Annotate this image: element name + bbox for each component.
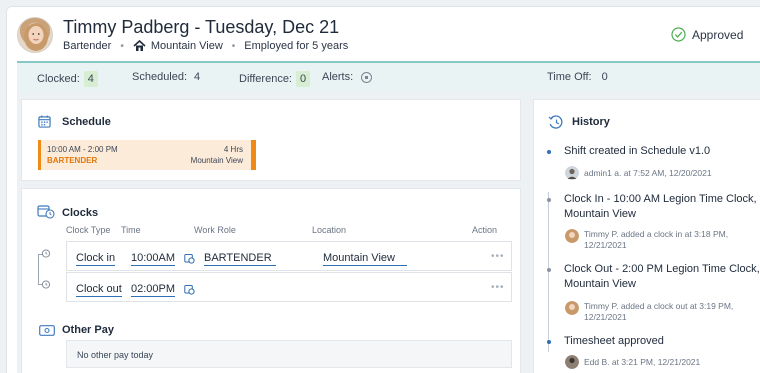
alarm-clock-icon (41, 249, 51, 258)
scheduled-summary: Scheduled: 4 (132, 71, 200, 83)
summary-bar: Clocked: 4 Scheduled: 4 Difference: 0 Al… (17, 61, 760, 93)
scheduled-value: 4 (194, 71, 201, 83)
timeline-line (548, 192, 549, 352)
separator-dot: • (231, 40, 236, 52)
clocked-label: Clocked: (37, 73, 80, 85)
employee-header: Timmy Padberg - Tuesday, Dec 21 Bartende… (7, 7, 760, 61)
employee-subline: Bartender • Mountain View • Employed for… (63, 40, 348, 52)
timeline-dot (547, 268, 551, 272)
timeline-dot (547, 198, 551, 202)
edit-time-icon[interactable] (184, 284, 195, 295)
separator-dot: • (120, 40, 124, 52)
history-meta: Edd B. at 3:21 PM, 12/21/2021 (584, 357, 701, 367)
alerts-label: Alerts: (322, 71, 354, 83)
history-entry-bold: Clock Out - 2:00 PM (564, 263, 664, 275)
approval-status: Approved (671, 27, 743, 42)
location-select[interactable]: Mountain View (323, 252, 407, 266)
history-title: History (572, 116, 610, 128)
home-icon (133, 40, 146, 51)
col-time: Time (121, 225, 141, 235)
clocked-badge: 4 (83, 71, 98, 87)
col-clock-type: Clock Type (66, 225, 111, 235)
work-role-select[interactable]: BARTENDER (204, 252, 276, 266)
difference-badge: 0 (296, 71, 311, 87)
timeoff-value: 0 (601, 71, 608, 83)
history-entry: Timesheet approved (564, 335, 664, 347)
timesheet-panel: Timmy Padberg - Tuesday, Dec 21 Bartende… (6, 6, 760, 373)
calendar-icon (38, 115, 51, 128)
other-pay-empty: No other pay today (77, 350, 154, 360)
employee-role: Bartender (63, 40, 112, 52)
shift-block[interactable]: 10:00 AM - 2:00 PM 4 Hrs BARTENDER Mount… (38, 140, 256, 170)
money-icon (39, 325, 55, 336)
alarm-clock-icon (41, 280, 51, 289)
more-actions-button[interactable]: ••• (491, 282, 505, 293)
scheduled-label: Scheduled: (132, 71, 188, 83)
history-entry-bold: Clock In - 10:00 AM (564, 193, 660, 205)
user-avatar (565, 166, 579, 180)
status-label: Approved (692, 27, 744, 42)
clocked-summary: Clocked: 4 (37, 71, 98, 87)
content-area: Schedule 10:00 AM - 2:00 PM 4 Hrs BARTEN… (17, 93, 760, 373)
difference-summary: Difference: 0 (239, 71, 311, 87)
alert-icon[interactable] (361, 71, 373, 83)
check-circle-icon (671, 27, 686, 42)
history-meta: admin1 a. at 7:52 AM, 12/20/2021 (584, 168, 712, 178)
timeline-dot (547, 340, 551, 344)
shift-hours: 4 Hrs (223, 145, 243, 154)
shift-location: Mountain View (190, 156, 243, 165)
clock-time-field[interactable]: 10:00AM (131, 252, 176, 266)
history-card: History Shift created in Schedule v1.0 a… (533, 99, 760, 373)
history-entry: Clock In - 10:00 AM Legion Time Clock, M… (564, 192, 760, 222)
timeline-dot (547, 150, 551, 154)
schedule-card: Schedule 10:00 AM - 2:00 PM 4 Hrs BARTEN… (21, 99, 521, 181)
history-meta: Timmy P. added a clock in at 3:18 PM, 12… (584, 229, 729, 250)
clock-time-field[interactable]: 02:00PM (131, 283, 176, 297)
table-row: Clock out 02:00PM ••• (66, 272, 512, 302)
employee-location: Mountain View (150, 40, 223, 52)
clocks-card: Clocks Clock Type Time Work Role Locatio… (21, 188, 521, 373)
history-entry: Shift created in Schedule v1.0 (564, 145, 711, 157)
shift-role: BARTENDER (47, 156, 98, 165)
schedule-title: Schedule (62, 116, 111, 128)
page-title: Timmy Padberg - Tuesday, Dec 21 (63, 17, 340, 37)
timeoff-summary: Time Off: 0 (547, 71, 608, 83)
history-entry: Clock Out - 2:00 PM Legion Time Clock, M… (564, 262, 760, 292)
col-location: Location (312, 225, 347, 235)
employee-tenure: Employed for 5 years (244, 40, 349, 52)
table-row: Clock in 10:00AM BARTENDER Mountain View… (66, 241, 512, 271)
history-icon (548, 115, 563, 129)
history-meta: Timmy P. added a clock out at 3:19 PM, 1… (584, 301, 734, 322)
clock-type-link[interactable]: Clock out (76, 283, 122, 297)
timeoff-label: Time Off: (547, 71, 592, 83)
employee-avatar (17, 17, 53, 53)
alerts-summary: Alerts: (322, 71, 373, 83)
col-action: Action (472, 225, 498, 235)
other-pay-title: Other Pay (62, 324, 114, 336)
more-actions-button[interactable]: ••• (491, 251, 505, 262)
user-avatar (565, 355, 579, 369)
clock-type-link[interactable]: Clock in (76, 252, 116, 266)
clocks-title: Clocks (62, 207, 99, 219)
user-avatar (565, 229, 579, 243)
other-pay-box: No other pay today (66, 340, 512, 368)
shift-time: 10:00 AM - 2:00 PM (47, 145, 118, 154)
difference-label: Difference: (239, 73, 292, 85)
user-avatar (565, 301, 579, 315)
clock-calendar-icon (37, 205, 55, 219)
col-work-role: Work Role (194, 225, 236, 235)
edit-time-icon[interactable] (184, 253, 195, 264)
